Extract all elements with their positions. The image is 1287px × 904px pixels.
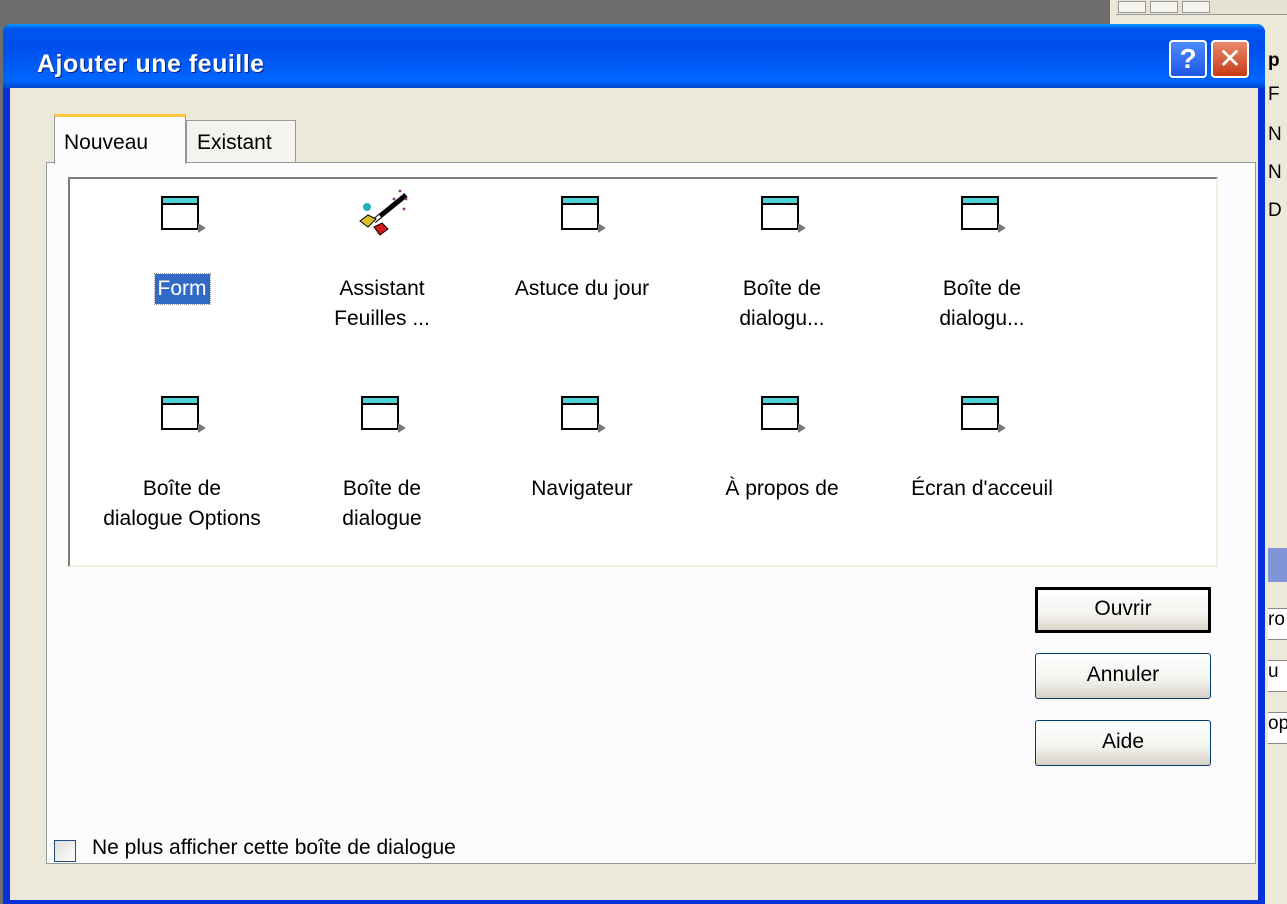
background-field: ro xyxy=(1268,608,1287,640)
form-icon xyxy=(92,187,272,243)
background-toolbar xyxy=(1116,0,1287,15)
help-button-bottom[interactable]: Aide xyxy=(1035,720,1211,766)
list-item-label: Assistant Feuilles ... xyxy=(334,277,430,330)
form-icon xyxy=(492,187,672,243)
background-text: D xyxy=(1268,200,1282,221)
dialog-title: Ajouter une feuille xyxy=(37,50,265,78)
background-text: N xyxy=(1268,162,1282,183)
list-item-label: Form xyxy=(153,273,211,305)
dont-show-again-checkbox[interactable] xyxy=(54,840,76,862)
background-text: p xyxy=(1268,50,1280,71)
list-item[interactable]: À propos de xyxy=(692,387,872,504)
dialog-client: Nouveau Existant Form Assistant Feuilles .… xyxy=(10,88,1258,900)
close-button[interactable]: ✕ xyxy=(1211,40,1249,78)
list-item-label: Boîte de dialogue xyxy=(342,477,422,530)
form-icon xyxy=(292,387,472,443)
list-item[interactable]: Navigateur xyxy=(492,387,672,504)
background-field: op xyxy=(1268,712,1287,744)
background-selection xyxy=(1268,548,1287,582)
list-item[interactable]: Boîte de dialogu... xyxy=(692,187,872,334)
list-item-label: Boîte de dialogue Options xyxy=(103,477,261,530)
template-list[interactable]: Form Assistant Feuilles ... Astuce du jour B… xyxy=(68,177,1218,567)
form-icon xyxy=(92,387,272,443)
background-text: N xyxy=(1268,124,1282,145)
tab-nouveau[interactable]: Nouveau xyxy=(54,114,186,164)
title-bar[interactable]: Ajouter une feuille ? ✕ xyxy=(3,24,1265,88)
list-item-label: Écran d'acceuil xyxy=(911,477,1053,500)
help-button[interactable]: ? xyxy=(1169,40,1207,78)
list-item[interactable]: Assistant Feuilles ... xyxy=(292,187,472,334)
open-button[interactable]: Ouvrir xyxy=(1035,587,1211,633)
list-item[interactable]: Astuce du jour xyxy=(492,187,672,304)
background-text: F xyxy=(1268,84,1280,105)
toolbar-button xyxy=(1150,1,1178,13)
form-icon xyxy=(692,187,872,243)
add-form-dialog: Ajouter une feuille ? ✕ Nouveau Existant… xyxy=(3,24,1265,904)
list-item[interactable]: Écran d'acceuil xyxy=(892,387,1072,504)
background-field: u xyxy=(1268,660,1287,692)
list-item[interactable]: Boîte de dialogu... xyxy=(892,187,1072,334)
wizard-icon xyxy=(292,187,472,243)
list-item[interactable]: Form xyxy=(92,187,272,305)
list-item-label: Boîte de dialogu... xyxy=(739,277,825,330)
form-icon xyxy=(492,387,672,443)
toolbar-button xyxy=(1182,1,1210,13)
dont-show-again-label: Ne plus afficher cette boîte de dialogue xyxy=(92,836,456,859)
form-icon xyxy=(692,387,872,443)
cancel-button[interactable]: Annuler xyxy=(1035,653,1211,699)
list-item[interactable]: Boîte de dialogue Options xyxy=(92,387,272,534)
toolbar-button xyxy=(1118,1,1146,13)
list-item[interactable]: Boîte de dialogue xyxy=(292,387,472,534)
list-item-label: Astuce du jour xyxy=(514,277,650,300)
list-item-label: Navigateur xyxy=(531,477,633,500)
form-icon xyxy=(892,187,1072,243)
form-icon xyxy=(892,387,1072,443)
list-item-label: À propos de xyxy=(725,477,839,500)
list-item-label: Boîte de dialogu... xyxy=(939,277,1025,330)
tab-existant[interactable]: Existant xyxy=(186,120,296,164)
